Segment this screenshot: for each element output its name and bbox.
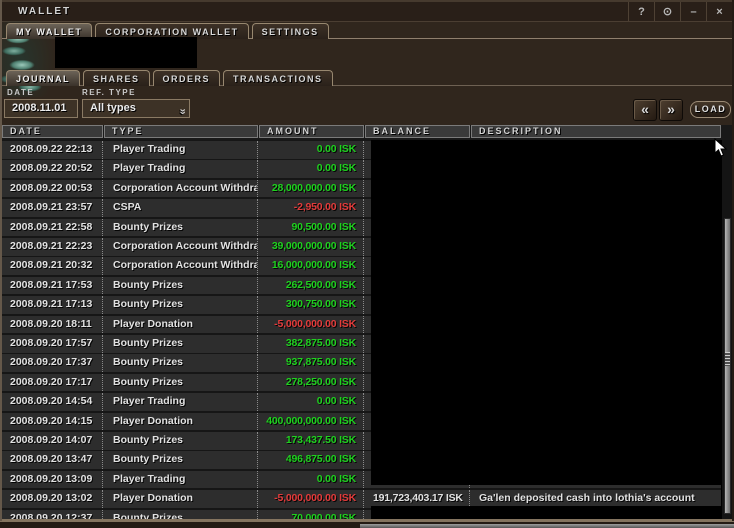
tab-transactions[interactable]: TRANSACTIONS	[223, 70, 333, 86]
amount-cell: 937,875.00 ISK	[258, 354, 364, 372]
window-title: WALLET	[18, 6, 72, 17]
date-cell: 2008.09.20 14:15	[2, 412, 103, 431]
date-cell: 2008.09.21 22:58	[2, 218, 103, 237]
date-cell: 2008.09.20 17:17	[2, 373, 103, 392]
next-page-button[interactable]: »	[659, 99, 683, 121]
type-cell: Bounty Prizes	[103, 373, 258, 392]
date-cell: 2008.09.20 14:07	[2, 432, 103, 450]
date-filter-label: DATE	[7, 88, 35, 97]
tab-settings[interactable]: SETTINGS	[251, 23, 329, 39]
type-cell: Player Trading	[103, 141, 258, 159]
window-frame-shadow-light	[360, 524, 734, 528]
column-header-balance[interactable]: BALANCE	[365, 125, 470, 138]
date-cell: 2008.09.21 23:57	[2, 199, 103, 217]
type-cell: Bounty Prizes	[103, 296, 258, 314]
column-header-description[interactable]: DESCRIPTION	[471, 125, 721, 138]
type-cell: Bounty Prizes	[103, 451, 258, 469]
type-cell: Player Trading	[103, 160, 258, 178]
column-header-amount[interactable]: AMOUNT	[259, 125, 364, 138]
type-cell: Bounty Prizes	[103, 276, 258, 295]
date-cell: 2008.09.20 14:54	[2, 393, 103, 411]
pin-icon[interactable]: ⊙	[654, 2, 680, 21]
date-cell: 2008.09.21 22:23	[2, 238, 103, 256]
type-cell: Corporation Account Withdrawal	[103, 257, 258, 275]
column-header-date[interactable]: DATE	[2, 125, 103, 138]
window-controls: ? ⊙ – ×	[628, 2, 732, 21]
vertical-scrollbar[interactable]	[721, 140, 732, 520]
amount-cell: -5,000,000.00 ISK	[258, 315, 364, 334]
type-cell: Bounty Prizes	[103, 432, 258, 450]
column-header-type[interactable]: TYPE	[104, 125, 258, 138]
type-cell: Bounty Prizes	[103, 354, 258, 372]
date-cell: 2008.09.21 20:32	[2, 257, 103, 275]
minimize-button[interactable]: –	[680, 2, 706, 21]
date-input[interactable]: 2008.11.01	[4, 99, 78, 118]
amount-cell: 300,750.00 ISK	[258, 296, 364, 314]
amount-cell: 0.00 ISK	[258, 393, 364, 411]
amount-cell: 16,000,000.00 ISK	[258, 257, 364, 275]
date-cell: 2008.09.21 17:13	[2, 296, 103, 314]
wallet-window: WALLET ? ⊙ – × MY WALLET CORPORATION WAL…	[0, 0, 734, 528]
type-cell: Corporation Account Withdrawal	[103, 179, 258, 198]
ref-type-filter-label: REF. TYPE	[82, 88, 136, 97]
chevron-down-icon: »	[176, 108, 189, 113]
close-button[interactable]: ×	[706, 2, 732, 21]
amount-cell: 0.00 ISK	[258, 470, 364, 489]
date-cell: 2008.09.22 22:13	[2, 141, 103, 159]
date-cell: 2008.09.21 17:53	[2, 276, 103, 295]
ref-type-selected-value: All types	[90, 102, 136, 114]
amount-cell: 28,000,000.00 ISK	[258, 179, 364, 198]
sub-tab-bar: JOURNAL SHARES ORDERS TRANSACTIONS	[6, 70, 333, 86]
window-frame-left	[0, 0, 2, 521]
type-cell: Player Donation	[103, 315, 258, 334]
date-cell: 2008.09.22 20:52	[2, 160, 103, 178]
tab-journal[interactable]: JOURNAL	[6, 70, 81, 86]
amount-cell: 382,875.00 ISK	[258, 335, 364, 353]
window-frame-top	[0, 0, 734, 2]
type-cell: CSPA	[103, 199, 258, 217]
type-cell: Player Donation	[103, 490, 258, 508]
date-cell: 2008.09.20 18:11	[2, 315, 103, 334]
amount-cell: 278,250.00 ISK	[258, 373, 364, 392]
amount-cell: 90,500.00 ISK	[258, 218, 364, 237]
date-cell: 2008.09.20 17:57	[2, 335, 103, 353]
date-cell: 2008.09.20 13:09	[2, 470, 103, 489]
type-cell: Bounty Prizes	[103, 335, 258, 353]
load-button[interactable]: LOAD	[690, 101, 731, 118]
amount-cell: 39,000,000.00 ISK	[258, 238, 364, 256]
amount-cell: 0.00 ISK	[258, 160, 364, 178]
tab-shares[interactable]: SHARES	[83, 70, 150, 86]
amount-cell: 262,500.00 ISK	[258, 276, 364, 295]
redaction-box-table	[371, 140, 721, 485]
type-cell: Player Donation	[103, 412, 258, 431]
window-frame-bottom	[0, 519, 734, 522]
scrollbar-thumb[interactable]	[724, 218, 731, 514]
amount-cell: 0.00 ISK	[258, 141, 364, 159]
date-cell: 2008.09.20 17:37	[2, 354, 103, 372]
type-cell: Bounty Prizes	[103, 218, 258, 237]
title-bar[interactable]: WALLET ? ⊙ – ×	[0, 2, 734, 22]
amount-cell: -2,950.00 ISK	[258, 199, 364, 217]
scrollbar-grip-icon	[725, 352, 730, 366]
mouse-cursor-icon	[714, 138, 728, 157]
date-cell: 2008.09.20 13:47	[2, 451, 103, 469]
amount-cell: 400,000,000.00 ISK	[258, 412, 364, 431]
date-cell: 2008.09.20 13:02	[2, 490, 103, 508]
previous-page-button[interactable]: «	[633, 99, 657, 121]
ref-type-select[interactable]: All types »	[82, 99, 190, 118]
type-cell: Player Trading	[103, 393, 258, 411]
type-cell: Corporation Account Withdrawal	[103, 238, 258, 256]
date-cell: 2008.09.22 00:53	[2, 179, 103, 198]
amount-cell: 496,875.00 ISK	[258, 451, 364, 469]
journal-table-header: DATE TYPE AMOUNT BALANCE DESCRIPTION	[2, 125, 732, 140]
type-cell: Player Trading	[103, 470, 258, 489]
amount-cell: -5,000,000.00 ISK	[258, 490, 364, 508]
amount-cell: 173,437.50 ISK	[258, 432, 364, 450]
tab-orders[interactable]: ORDERS	[152, 70, 221, 86]
redaction-box-balance-header	[55, 37, 197, 68]
help-button[interactable]: ?	[628, 2, 654, 21]
